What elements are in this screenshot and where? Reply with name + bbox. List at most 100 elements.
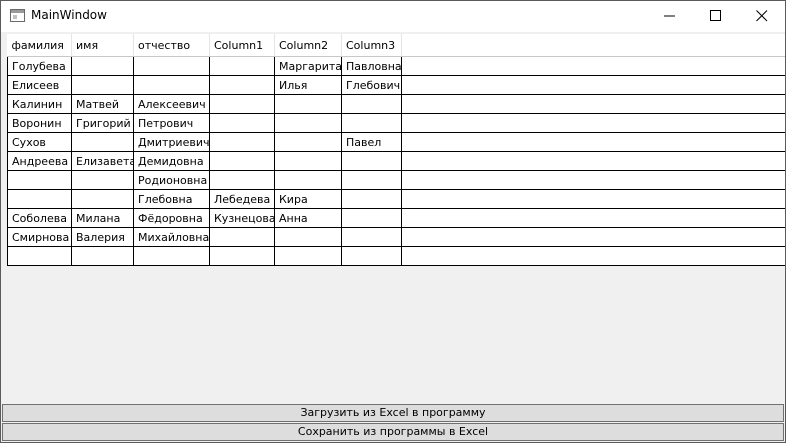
table-row[interactable]: Глебовна Лебедева Кира — [7, 189, 785, 209]
window-title: MainWindow — [31, 8, 107, 22]
table-cell[interactable] — [209, 132, 275, 152]
table-row[interactable]: Воронин Григорий Петрович — [7, 113, 785, 133]
column-header[interactable]: Column1 — [209, 34, 275, 57]
table-cell[interactable] — [274, 94, 342, 114]
table-cell[interactable]: Валерия — [71, 227, 134, 247]
save-to-excel-button[interactable]: Сохранить из программы в Excel — [2, 423, 784, 441]
table-cell[interactable] — [341, 189, 402, 209]
table-row[interactable]: Елисеев Илья Глебович — [7, 75, 785, 95]
table-cell-filler — [401, 56, 785, 76]
table-row[interactable]: Соболева Милана Фёдоровна Кузнецова Анна — [7, 208, 785, 228]
table-cell[interactable]: Маргарита — [274, 56, 342, 76]
table-cell[interactable]: Глебовна — [133, 189, 210, 209]
table-cell[interactable]: Матвей — [71, 94, 134, 114]
table-cell[interactable]: Павел — [341, 132, 402, 152]
table-cell[interactable] — [341, 246, 402, 266]
close-button[interactable] — [739, 1, 785, 32]
minimize-button[interactable] — [647, 1, 693, 32]
table-cell[interactable] — [209, 246, 275, 266]
table-cell[interactable]: Калинин — [7, 94, 72, 114]
table-cell[interactable] — [71, 132, 134, 152]
table-cell[interactable] — [274, 132, 342, 152]
table-cell[interactable] — [133, 246, 210, 266]
table-row[interactable] — [7, 246, 785, 266]
column-header[interactable]: Column3 — [341, 34, 402, 57]
table-cell-filler — [401, 132, 785, 152]
table-cell-filler — [401, 208, 785, 228]
table-cell[interactable] — [209, 75, 275, 95]
table-cell[interactable] — [133, 75, 210, 95]
table-cell[interactable] — [209, 113, 275, 133]
table-cell[interactable]: Смирнова — [7, 227, 72, 247]
table-cell[interactable] — [71, 56, 134, 76]
table-cell[interactable] — [341, 151, 402, 171]
table-cell[interactable]: Родионовна — [133, 170, 210, 190]
table-cell[interactable] — [209, 56, 275, 76]
table-row[interactable]: Голубева Маргарита Павловна — [7, 56, 785, 76]
table-cell[interactable] — [209, 94, 275, 114]
table-cell[interactable] — [341, 208, 402, 228]
table-cell[interactable]: Сухов — [7, 132, 72, 152]
table-cell[interactable] — [274, 227, 342, 247]
table-row[interactable]: Калинин Матвей Алексеевич — [7, 94, 785, 114]
table-row[interactable]: Андреева Елизавета Демидовна — [7, 151, 785, 171]
table-cell[interactable]: Петрович — [133, 113, 210, 133]
table-cell[interactable]: Воронин — [7, 113, 72, 133]
table-cell[interactable] — [209, 151, 275, 171]
table-cell-filler — [401, 246, 785, 266]
column-header[interactable]: фамилия — [7, 34, 72, 57]
grid-header-row: фамилия имя отчество Column1 Column2 Col… — [7, 34, 785, 57]
column-header[interactable]: отчество — [133, 34, 210, 57]
table-cell[interactable]: Демидовна — [133, 151, 210, 171]
table-cell[interactable]: Милана — [71, 208, 134, 228]
table-cell[interactable]: Кира — [274, 189, 342, 209]
table-cell[interactable]: Андреева — [7, 151, 72, 171]
table-cell[interactable] — [133, 56, 210, 76]
table-cell[interactable]: Григорий — [71, 113, 134, 133]
table-cell[interactable]: Павловна — [341, 56, 402, 76]
column-header[interactable]: Column2 — [274, 34, 342, 57]
table-cell[interactable] — [209, 227, 275, 247]
table-cell[interactable] — [341, 113, 402, 133]
table-cell[interactable]: Алексеевич — [133, 94, 210, 114]
table-cell[interactable] — [341, 170, 402, 190]
column-header[interactable]: имя — [71, 34, 134, 57]
table-cell[interactable]: Анна — [274, 208, 342, 228]
table-cell[interactable]: Елисеев — [7, 75, 72, 95]
table-cell-filler — [401, 75, 785, 95]
table-cell[interactable]: Фёдоровна — [133, 208, 210, 228]
table-cell[interactable] — [71, 170, 134, 190]
table-cell[interactable] — [7, 170, 72, 190]
table-cell[interactable]: Голубева — [7, 56, 72, 76]
data-grid[interactable]: фамилия имя отчество Column1 Column2 Col… — [7, 34, 785, 266]
table-cell[interactable] — [274, 246, 342, 266]
table-cell[interactable]: Лебедева — [209, 189, 275, 209]
table-cell[interactable] — [209, 170, 275, 190]
table-cell[interactable] — [274, 113, 342, 133]
table-cell[interactable]: Кузнецова — [209, 208, 275, 228]
table-cell[interactable] — [71, 246, 134, 266]
table-cell[interactable] — [274, 151, 342, 171]
table-cell[interactable] — [341, 94, 402, 114]
table-cell-filler — [401, 170, 785, 190]
maximize-button[interactable] — [693, 1, 739, 32]
table-cell[interactable]: Елизавета — [71, 151, 134, 171]
load-from-excel-button[interactable]: Загрузить из Excel в программу — [2, 404, 784, 422]
table-cell[interactable] — [7, 246, 72, 266]
table-cell[interactable]: Михайловна — [133, 227, 210, 247]
table-cell[interactable] — [341, 227, 402, 247]
table-row[interactable]: Смирнова Валерия Михайловна — [7, 227, 785, 247]
table-cell[interactable] — [71, 75, 134, 95]
table-cell[interactable]: Дмитриевич — [133, 132, 210, 152]
main-window: MainWindow фамилия имя отчество Column1 … — [0, 0, 786, 443]
table-cell[interactable] — [7, 189, 72, 209]
table-row[interactable]: Родионовна — [7, 170, 785, 190]
title-bar[interactable]: MainWindow — [1, 1, 785, 32]
table-cell[interactable] — [71, 189, 134, 209]
table-row[interactable]: Сухов Дмитриевич Павел — [7, 132, 785, 152]
table-cell[interactable] — [274, 170, 342, 190]
table-cell[interactable]: Илья — [274, 75, 342, 95]
window-app-icon — [10, 9, 25, 22]
table-cell[interactable]: Соболева — [7, 208, 72, 228]
table-cell[interactable]: Глебович — [341, 75, 402, 95]
